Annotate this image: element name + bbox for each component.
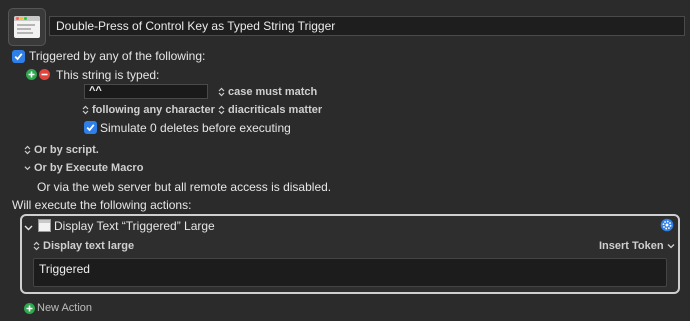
updown-icon (218, 87, 225, 97)
or-by-script[interactable]: Or by script. (24, 144, 99, 156)
new-action-button[interactable]: New Action (37, 302, 92, 314)
checkmark-icon (86, 124, 95, 132)
insert-token-menu[interactable]: Insert Token (599, 240, 675, 252)
add-trigger-button[interactable] (26, 69, 37, 80)
collapse-chevron[interactable] (24, 221, 33, 235)
window-icon (38, 219, 51, 232)
macro-name-field[interactable]: Double-Press of Control Key as Typed Str… (49, 16, 685, 36)
diacriticals-popup[interactable]: diacriticals matter (218, 104, 322, 116)
chevron-down-icon (24, 225, 33, 231)
updown-icon (218, 105, 225, 115)
simulate-label: Simulate 0 deletes before executing (100, 121, 291, 135)
checkmark-icon (14, 53, 23, 61)
updown-icon (33, 241, 40, 251)
remove-trigger-button[interactable] (39, 69, 50, 80)
action-title: Display Text “Triggered” Large (54, 219, 215, 233)
display-text-area[interactable]: Triggered (33, 258, 667, 287)
plus-icon (26, 305, 33, 312)
display-mode-popup[interactable]: Display text large (33, 240, 134, 252)
case-popup[interactable]: case must match (218, 86, 317, 98)
plus-icon (28, 71, 35, 78)
new-action-plus-icon[interactable] (24, 303, 35, 314)
typed-string-field[interactable]: ^^ (84, 84, 208, 99)
string-trigger-label: This string is typed: (56, 68, 160, 82)
minus-icon (41, 73, 48, 76)
macro-icon[interactable] (8, 8, 46, 46)
updown-icon (24, 145, 31, 155)
chevron-down-icon (24, 166, 31, 171)
triggered-header: Triggered by any of the following: (29, 49, 206, 63)
following-popup[interactable]: following any character (82, 104, 215, 116)
simulate-checkbox[interactable] (84, 121, 97, 134)
updown-icon (82, 105, 89, 115)
triggered-checkbox[interactable] (12, 50, 25, 63)
chevron-down-icon (667, 244, 675, 249)
web-server-note: Or via the web server but all remote acc… (37, 180, 332, 194)
actions-header: Will execute the following actions: (12, 198, 192, 212)
or-by-execute-macro[interactable]: Or by Execute Macro (24, 162, 143, 174)
gear-icon[interactable] (660, 218, 674, 235)
